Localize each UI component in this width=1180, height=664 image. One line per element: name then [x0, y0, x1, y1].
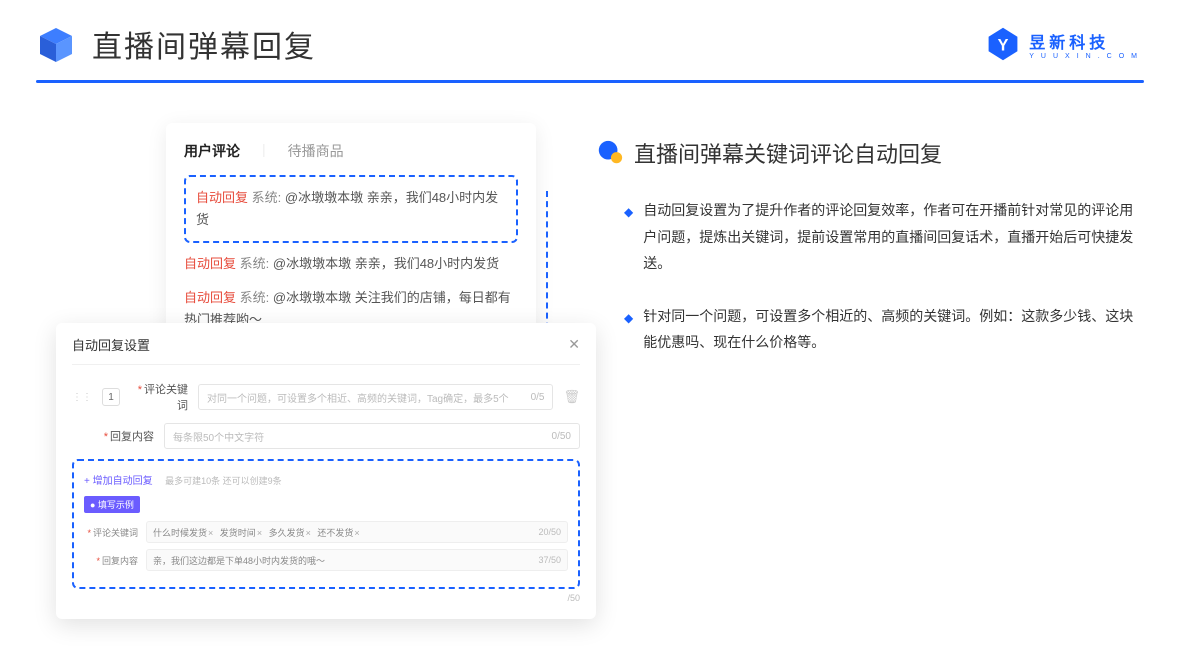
brand-logo: Y 昱新科技 YUUXIN.COM: [985, 26, 1144, 62]
trash-icon[interactable]: 🗑: [563, 389, 580, 405]
bottom-count: /50: [72, 593, 580, 603]
tag[interactable]: 什么时候发货: [153, 528, 217, 538]
ex-reply-text: 亲，我们这边都是下单48小时内发货的哦～: [153, 554, 325, 567]
comment-text: @冰墩墩本墩 亲亲，我们48小时内发货: [273, 256, 499, 271]
chat-bubble-icon: [596, 139, 624, 167]
bullet-text: 针对同一个问题，可设置多个相近的、高频的关键词。例如：这款多少钱、这块能优惠吗、…: [643, 303, 1144, 356]
tag[interactable]: 多久发货: [269, 528, 315, 538]
logo-icon: Y: [985, 26, 1021, 62]
drag-handle-icon[interactable]: ⋮⋮: [72, 392, 92, 403]
cube-icon: [36, 24, 76, 64]
modal-title: 自动回复设置: [72, 335, 150, 354]
tag[interactable]: 还不发货: [317, 528, 363, 538]
placeholder: 对同一个问题，可设置多个相近、高频的关键词，Tag确定，最多5个: [207, 390, 509, 405]
ex-reply-input[interactable]: 亲，我们这边都是下单48小时内发货的哦～ 37/50: [146, 549, 568, 571]
field-label-reply: *回复内容: [100, 428, 154, 444]
placeholder: 每条限50个中文字符: [173, 429, 264, 444]
bullet-text: 自动回复设置为了提升作者的评论回复效率，作者可在开播前针对常见的评论用户问题，提…: [643, 197, 1144, 277]
tag-list: 什么时候发货 发货时间 多久发货 还不发货: [153, 526, 364, 539]
auto-reply-tag: 自动回复: [184, 256, 236, 271]
char-count: 0/50: [552, 431, 571, 442]
add-hint: 最多可建10条 还可以创建9条: [165, 476, 282, 486]
comment-sys-label: 系统:: [252, 190, 282, 205]
ex-reply-label: *回复内容: [84, 554, 138, 567]
reply-input[interactable]: 每条限50个中文字符 0/50: [164, 423, 580, 449]
ex-keyword-input[interactable]: 什么时候发货 发货时间 多久发货 还不发货 20/50: [146, 521, 568, 543]
comment-sys-label: 系统:: [240, 290, 270, 305]
char-count: 20/50: [538, 527, 561, 537]
ex-keyword-label: *评论关键词: [84, 526, 138, 539]
highlighted-comment: 自动回复 系统: @冰墩墩本墩 亲亲，我们48小时内发货: [184, 175, 518, 243]
char-count: 37/50: [538, 555, 561, 565]
row-number: 1: [102, 388, 120, 406]
left-illustration: 用户评论 | 待播商品 自动回复 系统: @冰墩墩本墩 亲亲，我们48小时内发货…: [36, 113, 566, 382]
char-count: 0/5: [531, 392, 545, 403]
keyword-input[interactable]: 对同一个问题，可设置多个相近、高频的关键词，Tag确定，最多5个 0/5: [198, 384, 553, 410]
bullet-item: ◆ 自动回复设置为了提升作者的评论回复效率，作者可在开播前针对常见的评论用户问题…: [596, 197, 1144, 277]
settings-modal: 自动回复设置 ✕ ⋮⋮ 1 *评论关键词 对同一个问题，可设置多个相近、高频的关…: [56, 323, 596, 619]
tabs: 用户评论 | 待播商品: [184, 141, 518, 161]
right-content: 直播间弹幕关键词评论自动回复 ◆ 自动回复设置为了提升作者的评论回复效率，作者可…: [596, 113, 1144, 382]
close-icon[interactable]: ✕: [568, 336, 580, 353]
svg-text:Y: Y: [998, 36, 1009, 54]
tab-divider: |: [262, 141, 266, 161]
diamond-bullet-icon: ◆: [624, 201, 633, 277]
page-title: 直播间弹幕回复: [92, 22, 316, 66]
comment-sys-label: 系统:: [240, 256, 270, 271]
tag[interactable]: 发货时间: [220, 528, 266, 538]
example-badge: ● 填写示例: [84, 496, 140, 513]
field-label-keyword: *评论关键词: [134, 381, 188, 413]
diamond-bullet-icon: ◆: [624, 307, 633, 356]
logo-text-cn: 昱新科技: [1029, 29, 1144, 53]
bullet-item: ◆ 针对同一个问题，可设置多个相近的、高频的关键词。例如：这款多少钱、这块能优惠…: [596, 303, 1144, 356]
auto-reply-tag: 自动回复: [184, 290, 236, 305]
auto-reply-tag: 自动回复: [196, 190, 248, 205]
header: 直播间弹幕回复 Y 昱新科技 YUUXIN.COM: [0, 0, 1180, 66]
section-title: 直播间弹幕关键词评论自动回复: [634, 137, 942, 169]
example-box: + 增加自动回复 最多可建10条 还可以创建9条 ● 填写示例 *评论关键词 什…: [72, 459, 580, 589]
add-auto-reply-link[interactable]: + 增加自动回复: [84, 476, 153, 487]
tab-comments[interactable]: 用户评论: [184, 141, 240, 161]
tab-products[interactable]: 待播商品: [288, 141, 344, 161]
logo-text-en: YUUXIN.COM: [1029, 53, 1144, 60]
